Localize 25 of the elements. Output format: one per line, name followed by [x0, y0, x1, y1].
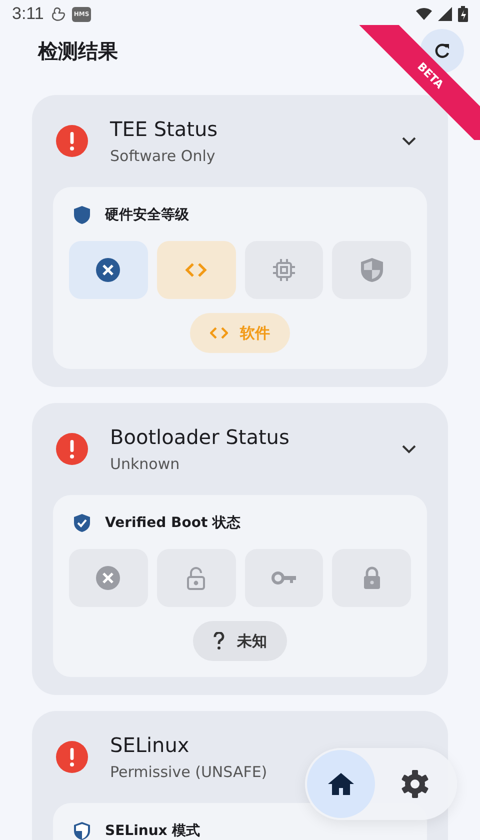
card-title: SELinux	[110, 733, 190, 757]
section-label: 硬件安全等级	[105, 206, 189, 224]
section-label: Verified Boot 状态	[105, 514, 241, 532]
question-mark-icon	[213, 632, 225, 650]
wifi-icon	[416, 7, 432, 21]
chevron-icon	[401, 136, 417, 146]
card-title: Bootloader Status	[110, 425, 290, 449]
card-title: TEE Status	[110, 117, 219, 141]
card-subtitle: Unknown	[110, 455, 181, 473]
duck-icon	[50, 6, 66, 22]
result-label: 软件	[240, 324, 270, 342]
chevron-icon	[401, 444, 417, 454]
signal-icon	[438, 7, 452, 21]
code-brackets-icon	[210, 326, 228, 340]
home-button[interactable]	[307, 750, 375, 818]
card-subtitle: Permissive (UNSAFE)	[110, 763, 268, 781]
home-icon	[327, 771, 355, 797]
level-option[interactable]	[69, 241, 148, 299]
page-title: 检测结果	[38, 38, 118, 64]
card-subtitle: Software Only	[110, 147, 216, 165]
section-label: SELinux 模式	[105, 822, 200, 840]
result-label: 未知	[237, 632, 267, 650]
status-time: 3:11	[12, 4, 44, 24]
settings-icon	[400, 769, 430, 799]
battery-icon	[458, 6, 468, 22]
